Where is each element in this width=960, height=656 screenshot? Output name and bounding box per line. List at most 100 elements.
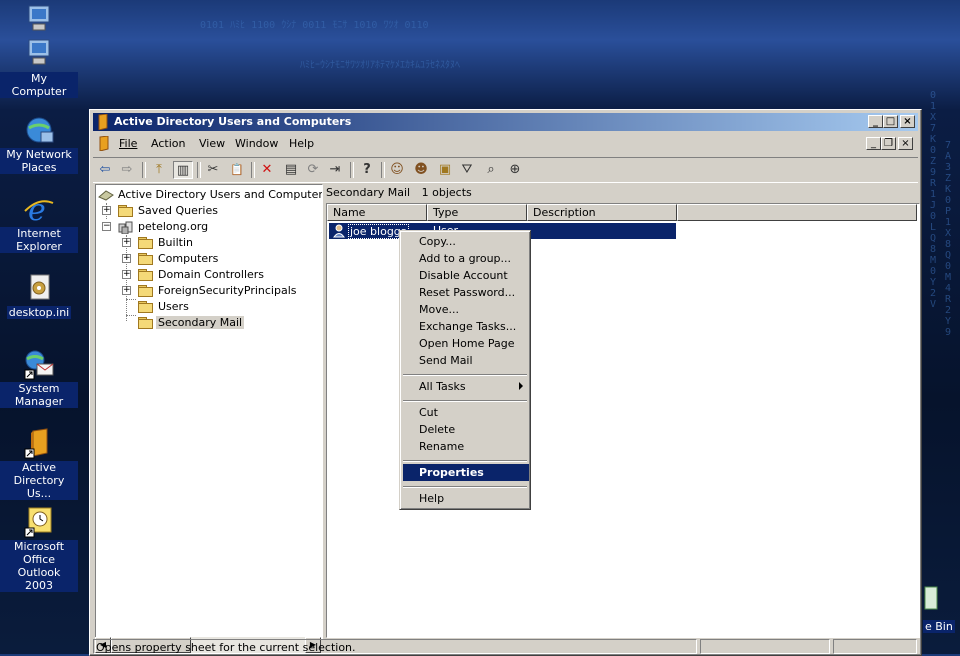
menu-item-exchange-tasks[interactable]: Exchange Tasks... <box>403 318 529 335</box>
desktop-icon-label: Internet Explorer <box>0 227 78 253</box>
window-titlebar[interactable]: Active Directory Users and Computers _ □… <box>93 113 918 131</box>
desktop-icon-label: e Bin <box>923 620 955 633</box>
menu-window[interactable]: Window <box>235 137 278 150</box>
refresh-icon[interactable]: ⟳ <box>303 161 323 179</box>
menu-item-add-to-group[interactable]: Add to a group... <box>403 250 529 267</box>
properties-icon[interactable]: ▤ <box>281 161 301 179</box>
menu-help[interactable]: Help <box>289 137 314 150</box>
computer-icon <box>23 2 55 34</box>
menu-item-all-tasks[interactable]: All Tasks <box>403 378 529 395</box>
desktop-icon-my-computer[interactable]: My Computer <box>0 38 78 98</box>
domain-icon <box>118 221 134 235</box>
expand-saved-queries[interactable]: + <box>102 206 111 215</box>
status-panel-2 <box>700 639 830 654</box>
app-book-icon <box>96 113 110 131</box>
menu-item-reset-password[interactable]: Reset Password... <box>403 284 529 301</box>
menu-action[interactable]: Action <box>151 137 185 150</box>
tree-item-secondary-mail[interactable]: Secondary Mail <box>156 315 245 331</box>
folder-icon <box>138 285 154 297</box>
new-group-icon[interactable]: ☻ <box>411 161 431 179</box>
window-title: Active Directory Users and Computers <box>114 115 352 128</box>
tree-root[interactable]: Active Directory Users and Computers [20 <box>98 187 322 203</box>
desktop-icon-top[interactable] <box>0 2 78 36</box>
column-header-description[interactable]: Description <box>527 204 677 221</box>
tree-item-users[interactable]: Users <box>156 299 191 315</box>
folder-icon <box>138 253 154 265</box>
tree-item-domain-controllers[interactable]: Domain Controllers <box>156 267 266 283</box>
toolbar-separator <box>381 162 385 178</box>
status-bar: Opens property sheet for the current sel… <box>93 639 918 655</box>
menu-item-properties[interactable]: Properties <box>403 464 529 481</box>
menu-item-rename[interactable]: Rename <box>403 438 529 455</box>
status-text: Opens property sheet for the current sel… <box>93 639 697 654</box>
config-file-icon <box>23 272 55 304</box>
outlook-clock-icon <box>23 506 55 538</box>
menu-separator <box>403 486 527 488</box>
forward-arrow-icon[interactable]: ⇨ <box>117 161 137 179</box>
desktop-icon-label: Active Directory Us... <box>0 461 78 500</box>
help-icon[interactable]: ? <box>357 161 377 179</box>
desktop-icon-my-network-places[interactable]: My Network Places <box>0 114 78 174</box>
tree-guide <box>126 299 136 300</box>
menu-item-cut[interactable]: Cut <box>403 404 529 421</box>
tree-item-builtin[interactable]: Builtin <box>156 235 195 251</box>
collapse-petelong-org[interactable]: − <box>102 222 111 231</box>
tree-item-saved-queries[interactable]: Saved Queries <box>136 203 220 219</box>
cut-icon[interactable]: ✂ <box>203 161 223 179</box>
tree-item-petelong-org[interactable]: petelong.org <box>136 219 210 235</box>
desktop-icon-label: Microsoft Office Outlook 2003 <box>0 540 78 592</box>
desktop-icon-desktop-ini[interactable]: desktop.ini <box>0 272 78 319</box>
expand-foreign-security-principals[interactable]: + <box>122 286 131 295</box>
paste-icon[interactable]: 📋 <box>227 161 247 179</box>
column-header-type[interactable]: Type <box>427 204 527 221</box>
column-header-name[interactable]: Name <box>327 204 427 221</box>
mdi-restore-button[interactable]: ❐ <box>881 137 896 150</box>
delete-icon[interactable]: ✕ <box>257 161 277 179</box>
close-button[interactable]: × <box>900 115 915 128</box>
menu-item-copy[interactable]: Copy... <box>403 233 529 250</box>
menu-item-disable-account[interactable]: Disable Account <box>403 267 529 284</box>
network-globe-icon <box>23 114 55 146</box>
menu-item-open-home-page[interactable]: Open Home Page <box>403 335 529 352</box>
user-icon <box>333 224 345 238</box>
mdi-minimize-button[interactable]: _ <box>866 137 881 150</box>
toolbar-separator <box>251 162 255 178</box>
tree-guide <box>126 315 136 316</box>
tree-item-computers[interactable]: Computers <box>156 251 220 267</box>
new-ou-icon[interactable]: ▣ <box>435 161 455 179</box>
menu-item-send-mail[interactable]: Send Mail <box>403 352 529 369</box>
desktop-icon-outlook[interactable]: Microsoft Office Outlook 2003 <box>0 506 78 592</box>
tree-item-foreign-security-principals[interactable]: ForeignSecurityPrincipals <box>156 283 299 299</box>
desktop-icon-label: desktop.ini <box>6 306 72 319</box>
desktop-icon-system-manager[interactable]: System Manager <box>0 348 78 408</box>
menu-item-move[interactable]: Move... <box>403 301 529 318</box>
console-tree[interactable]: Active Directory Users and Computers [20… <box>95 184 323 639</box>
menu-separator <box>403 374 527 376</box>
add-to-group-icon[interactable]: ⊕ <box>505 161 525 179</box>
expand-domain-controllers[interactable]: + <box>122 270 131 279</box>
desktop-icon-active-directory[interactable]: Active Directory Us... <box>0 427 78 500</box>
maximize-button[interactable]: □ <box>883 115 898 128</box>
new-user-icon[interactable]: ☺ <box>387 161 407 179</box>
desktop-icon-label: System Manager <box>0 382 78 408</box>
desktop-icon-internet-explorer[interactable]: e Internet Explorer <box>0 193 78 253</box>
ad-snapin-icon <box>98 189 114 201</box>
menu-view[interactable]: View <box>199 137 225 150</box>
menu-bar: File Action View Window Help _ ❐ × <box>93 134 918 154</box>
expand-builtin[interactable]: + <box>122 238 131 247</box>
menu-file[interactable]: File <box>119 137 137 150</box>
back-arrow-icon[interactable]: ⇦ <box>95 161 115 179</box>
show-hide-tree-icon[interactable]: ▥ <box>173 161 193 179</box>
export-list-icon[interactable]: ⇥ <box>325 161 345 179</box>
expand-computers[interactable]: + <box>122 254 131 263</box>
context-menu: Copy... Add to a group... Disable Accoun… <box>399 230 531 510</box>
minimize-button[interactable]: _ <box>868 115 883 128</box>
up-folder-icon[interactable]: ⤒ <box>149 161 169 179</box>
menu-item-delete[interactable]: Delete <box>403 421 529 438</box>
menu-item-help[interactable]: Help <box>403 490 529 507</box>
find-icon[interactable]: ⌕ <box>481 161 501 179</box>
filter-icon[interactable]: ⛛ <box>457 161 477 179</box>
mdi-document-icon[interactable] <box>97 135 111 152</box>
menu-separator <box>403 460 527 462</box>
mdi-close-button[interactable]: × <box>898 137 913 150</box>
